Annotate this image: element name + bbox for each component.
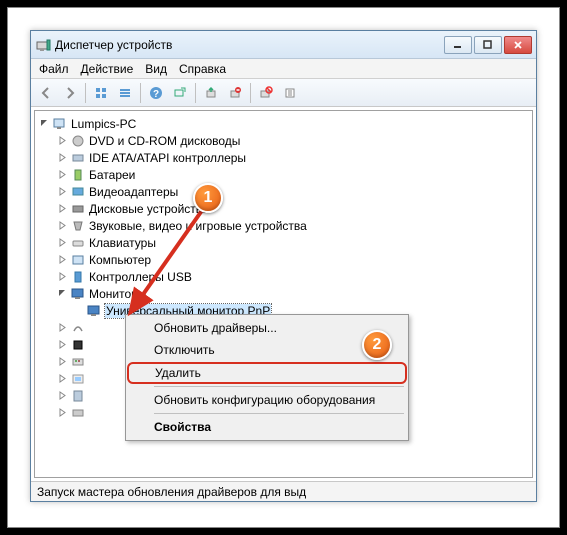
tree-item[interactable]: IDE ATA/ATAPI контроллеры bbox=[89, 151, 246, 165]
tree-item[interactable]: Батареи bbox=[89, 168, 135, 182]
device-category-icon bbox=[70, 150, 86, 166]
toolbar-uninstall-icon[interactable] bbox=[224, 82, 246, 104]
toolbar: ? bbox=[31, 79, 536, 107]
device-category-icon bbox=[70, 252, 86, 268]
menu-file[interactable]: Файл bbox=[39, 62, 69, 76]
device-category-icon bbox=[70, 320, 86, 336]
minimize-button[interactable] bbox=[444, 36, 472, 54]
menubar: Файл Действие Вид Справка bbox=[31, 59, 536, 79]
toolbar-props-icon[interactable] bbox=[279, 82, 301, 104]
device-category-icon bbox=[70, 371, 86, 387]
maximize-button[interactable] bbox=[474, 36, 502, 54]
device-manager-window: Диспетчер устройств Файл Действие Вид Сп… bbox=[30, 30, 537, 502]
status-text: Запуск мастера обновления драйверов для … bbox=[37, 485, 306, 499]
expand-icon[interactable] bbox=[57, 238, 67, 248]
toolbar-forward[interactable] bbox=[59, 82, 81, 104]
device-category-icon bbox=[70, 286, 86, 302]
annotation-badge-2: 2 bbox=[362, 330, 392, 360]
expand-icon[interactable] bbox=[57, 204, 67, 214]
expand-icon[interactable] bbox=[57, 272, 67, 282]
ctx-separator bbox=[154, 413, 404, 414]
device-category-icon bbox=[70, 337, 86, 353]
status-bar: Запуск мастера обновления драйверов для … bbox=[31, 481, 536, 501]
window-title: Диспетчер устройств bbox=[55, 38, 444, 52]
ctx-scan-hardware[interactable]: Обновить конфигурацию оборудования bbox=[128, 389, 406, 411]
tree-item[interactable]: Видеоадаптеры bbox=[89, 185, 178, 199]
menu-help[interactable]: Справка bbox=[179, 62, 226, 76]
device-category-icon bbox=[70, 354, 86, 370]
tree-item[interactable]: Контроллеры USB bbox=[89, 270, 192, 284]
svg-text:?: ? bbox=[153, 89, 159, 100]
device-category-icon bbox=[70, 405, 86, 421]
expand-icon[interactable] bbox=[57, 153, 67, 163]
ctx-properties[interactable]: Свойства bbox=[128, 416, 406, 438]
toolbar-list-icon[interactable] bbox=[114, 82, 136, 104]
expand-icon[interactable] bbox=[57, 187, 67, 197]
expand-icon[interactable] bbox=[57, 391, 67, 401]
tree-item[interactable]: DVD и CD-ROM дисководы bbox=[89, 134, 240, 148]
expand-icon[interactable] bbox=[57, 357, 67, 367]
collapse-icon[interactable] bbox=[57, 289, 67, 299]
toolbar-help-icon[interactable]: ? bbox=[145, 82, 167, 104]
expand-icon[interactable] bbox=[57, 136, 67, 146]
expand-icon[interactable] bbox=[57, 408, 67, 418]
device-category-icon bbox=[70, 388, 86, 404]
menu-action[interactable]: Действие bbox=[81, 62, 134, 76]
tree-item[interactable]: Клавиатуры bbox=[89, 236, 156, 250]
tree-item[interactable]: Компьютер bbox=[89, 253, 151, 267]
app-icon bbox=[35, 37, 51, 53]
close-button[interactable] bbox=[504, 36, 532, 54]
toolbar-update-driver-icon[interactable] bbox=[200, 82, 222, 104]
computer-icon bbox=[52, 116, 68, 132]
expand-icon[interactable] bbox=[57, 374, 67, 384]
titlebar: Диспетчер устройств bbox=[31, 31, 536, 59]
toolbar-scan-icon[interactable] bbox=[169, 82, 191, 104]
monitor-icon bbox=[86, 303, 102, 319]
tree-item[interactable]: Звуковые, видео и игровые устройства bbox=[89, 219, 307, 233]
tree-root[interactable]: Lumpics-PC bbox=[71, 117, 136, 131]
expand-icon[interactable] bbox=[57, 323, 67, 333]
collapse-icon[interactable] bbox=[39, 119, 49, 129]
toolbar-back[interactable] bbox=[35, 82, 57, 104]
device-category-icon bbox=[70, 167, 86, 183]
ctx-separator bbox=[154, 386, 404, 387]
device-category-icon bbox=[70, 133, 86, 149]
device-category-icon bbox=[70, 201, 86, 217]
expand-icon[interactable] bbox=[57, 255, 67, 265]
device-category-icon bbox=[70, 218, 86, 234]
toolbar-tree-icon[interactable] bbox=[90, 82, 112, 104]
annotation-badge-1: 1 bbox=[193, 183, 223, 213]
expand-icon[interactable] bbox=[57, 340, 67, 350]
expand-icon[interactable] bbox=[57, 221, 67, 231]
expand-icon[interactable] bbox=[57, 170, 67, 180]
device-category-icon bbox=[70, 235, 86, 251]
device-category-icon bbox=[70, 269, 86, 285]
device-category-icon bbox=[70, 184, 86, 200]
ctx-delete[interactable]: Удалить bbox=[127, 362, 407, 384]
toolbar-refresh-icon[interactable] bbox=[255, 82, 277, 104]
tree-item[interactable]: Дисковые устройства bbox=[89, 202, 209, 216]
menu-view[interactable]: Вид bbox=[145, 62, 167, 76]
device-tree[interactable]: Lumpics-PC DVD и CD-ROM дисководы IDE AT… bbox=[34, 110, 533, 478]
tree-item[interactable]: Мониторы bbox=[89, 287, 146, 301]
